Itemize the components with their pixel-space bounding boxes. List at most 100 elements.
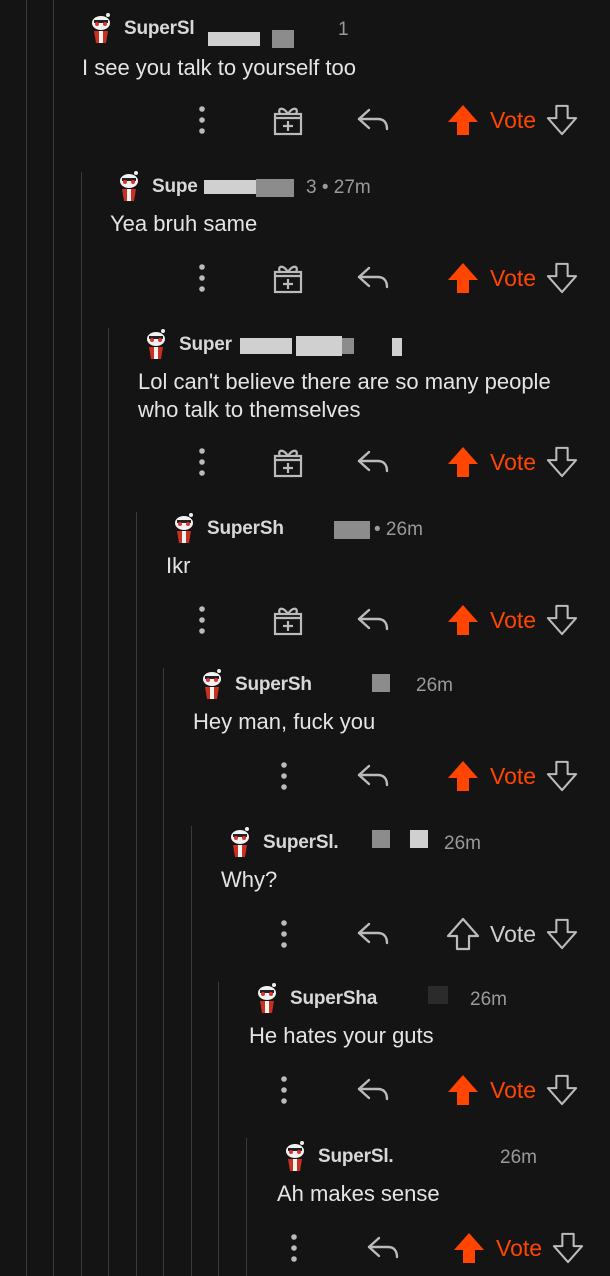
vote-group: Vote [446,1070,596,1110]
downvote-arrow-icon[interactable] [546,759,578,793]
comment-time: 26m [500,1147,537,1168]
snoo-avatar-icon[interactable] [88,13,114,45]
reply-icon[interactable] [354,258,392,298]
downvote-arrow-icon[interactable] [546,1073,578,1107]
downvote-arrow-icon[interactable] [546,917,578,951]
redaction [410,830,428,848]
comment: SuperSh 26m Hey man, fuck you Vote [0,668,610,826]
gift-icon[interactable] [268,100,308,140]
snoo-avatar-icon[interactable] [116,171,142,203]
comment: SuperSh • 26m Ikr Vote [0,512,610,670]
more-vertical-icon[interactable] [270,756,298,796]
more-vertical-icon[interactable] [270,914,298,954]
upvote-arrow-icon[interactable] [446,603,480,637]
redaction [392,338,402,356]
more-vertical-icon[interactable] [188,600,216,640]
vote-count: Vote [490,106,537,133]
redaction [296,336,342,356]
snoo-avatar-icon[interactable] [254,983,280,1015]
comment-body: He hates your guts [249,1023,434,1048]
redaction [372,830,390,848]
gift-icon[interactable] [268,258,308,298]
upvote-arrow-icon[interactable] [446,445,480,479]
reply-icon[interactable] [354,600,392,640]
redaction [372,674,390,692]
snoo-avatar-icon[interactable] [227,827,253,859]
downvote-arrow-icon[interactable] [552,1231,584,1265]
reply-icon[interactable] [354,756,392,796]
comment-time: 26m [416,675,453,696]
comment-body: I see you talk to yourself too [82,55,356,80]
comment: SuperSl. 26m Ah makes sense Vote [0,1140,610,1276]
snoo-avatar-icon[interactable] [143,329,169,361]
upvote-arrow-icon[interactable] [446,103,480,137]
comment: SuperSl 1 I see you talk to yourself too… [0,12,610,170]
username[interactable]: SuperSha [290,988,377,1010]
vote-count: Vote [490,1076,537,1103]
snoo-avatar-icon[interactable] [282,1141,308,1173]
vote-group: Vote [446,442,596,482]
downvote-arrow-icon[interactable] [546,261,578,295]
comment-body: Yea bruh same [110,211,258,236]
comment: SuperSl. 26m Why? Vote [0,826,610,984]
upvote-arrow-icon[interactable] [446,261,480,295]
redaction [272,30,294,48]
redaction [342,338,354,354]
redaction [208,32,260,46]
username[interactable]: SuperSl. [318,1146,394,1168]
vote-group: Vote [446,756,596,796]
vote-count: Vote [490,762,537,789]
vote-count: Vote [490,264,537,291]
gift-icon[interactable] [268,600,308,640]
more-vertical-icon[interactable] [188,100,216,140]
more-vertical-icon[interactable] [188,258,216,298]
vote-group: Vote [446,600,596,640]
vote-count: Vote [496,1234,543,1261]
username[interactable]: SuperSl. [263,832,339,854]
redaction [204,180,256,194]
comment-body: Ikr [166,553,191,578]
reply-icon[interactable] [354,442,392,482]
reply-icon[interactable] [354,100,392,140]
redaction [428,986,448,1004]
snoo-avatar-icon[interactable] [171,513,197,545]
comment-time: 3 • 27m [306,177,371,198]
upvote-arrow-icon[interactable] [446,1073,480,1107]
more-vertical-icon[interactable] [188,442,216,482]
vote-group: Vote [446,914,596,954]
gift-icon[interactable] [268,442,308,482]
comment-body: Lol can't believe there are so many peop… [138,369,551,422]
reply-icon[interactable] [354,914,392,954]
username[interactable]: Supe [152,176,198,198]
comment-time: 26m [470,989,507,1010]
more-vertical-icon[interactable] [280,1228,308,1268]
more-vertical-icon[interactable] [270,1070,298,1110]
comment-body: Why? [221,867,278,892]
upvote-arrow-icon[interactable] [446,917,480,951]
comment: SuperSha 26m He hates your guts Vote [0,982,610,1140]
username[interactable]: SuperSl [124,18,195,40]
username[interactable]: Super [179,334,232,356]
upvote-arrow-icon[interactable] [452,1231,486,1265]
comment-time: • 26m [374,519,423,540]
vote-group: Vote [446,258,596,298]
downvote-arrow-icon[interactable] [546,445,578,479]
vote-group: Vote [446,100,596,140]
vote-group: Vote [452,1228,602,1268]
vote-count: Vote [490,448,537,475]
upvote-arrow-icon[interactable] [446,759,480,793]
snoo-avatar-icon[interactable] [199,669,225,701]
username[interactable]: SuperSh [235,674,312,696]
downvote-arrow-icon[interactable] [546,103,578,137]
comment-body: Hey man, fuck you [193,709,376,734]
username[interactable]: SuperSh [207,518,284,540]
reply-icon[interactable] [364,1228,402,1268]
comment: Supe 3 • 27m Yea bruh same Vote [0,170,610,328]
reply-icon[interactable] [354,1070,392,1110]
comment: Super Lol can't believe there are so man… [0,326,610,512]
redaction [240,338,292,354]
downvote-arrow-icon[interactable] [546,603,578,637]
comment-thread: SuperSl 1 I see you talk to yourself too… [0,0,610,1276]
vote-count: Vote [490,920,537,947]
comment-time: 1 [338,19,349,40]
